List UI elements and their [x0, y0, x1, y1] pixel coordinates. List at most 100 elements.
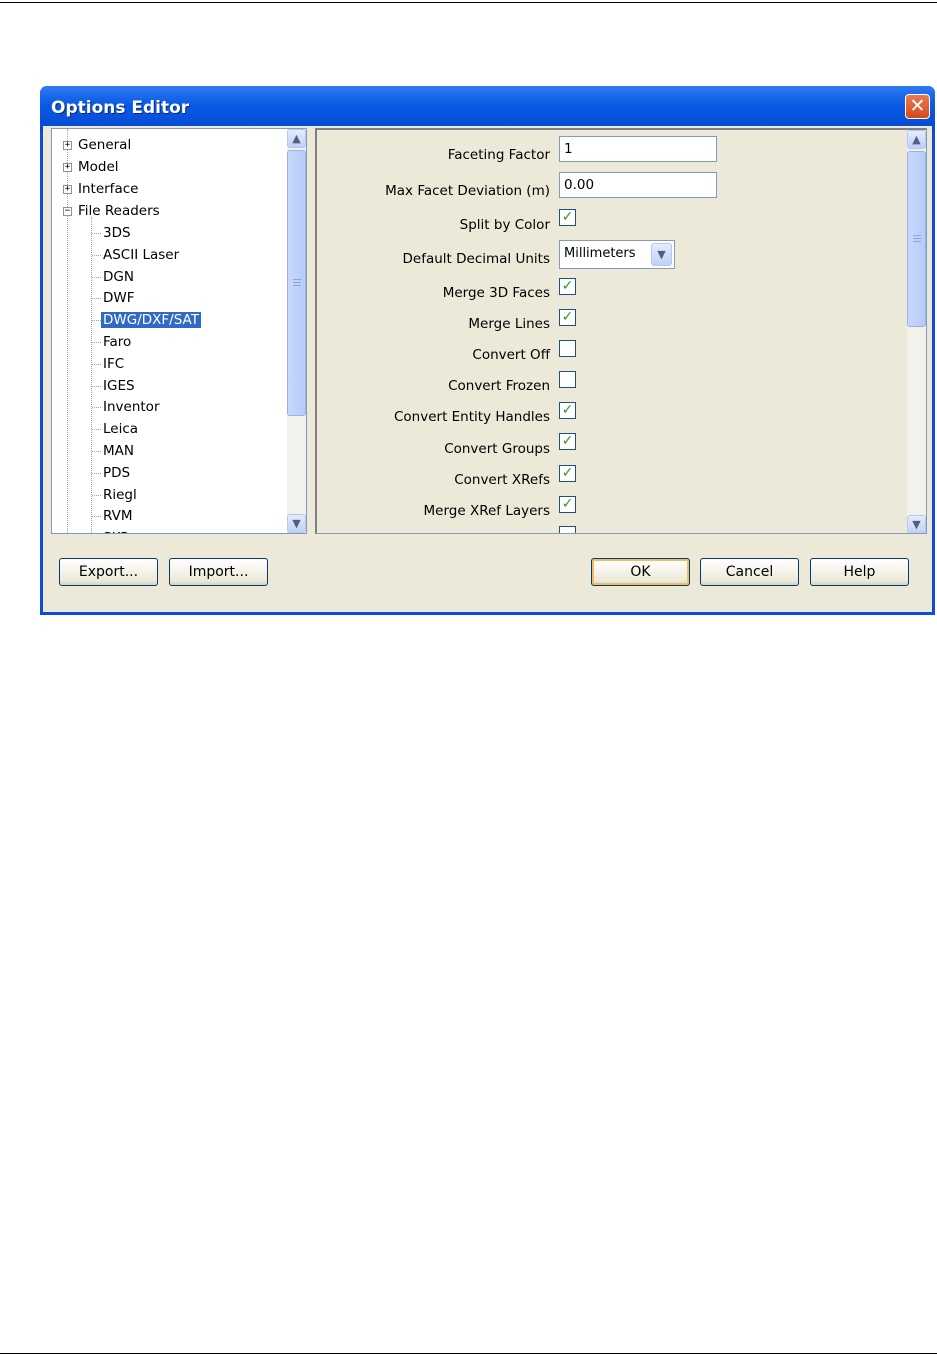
close-icon: ✕ — [909, 95, 926, 117]
tree-node-label: File Readers — [78, 203, 160, 219]
tree-child-item[interactable]: MAN — [103, 441, 134, 461]
tree-child-item[interactable]: Inventor — [103, 397, 160, 417]
tree-child-label: Faro — [103, 334, 132, 350]
convert-off-label: Convert Off — [472, 347, 550, 363]
tree-child-item[interactable]: SKP — [103, 528, 129, 533]
tree-scrollbar[interactable]: ▲ ▼ — [287, 129, 306, 533]
scroll-down-icon[interactable]: ▼ — [287, 514, 306, 533]
options-editor-window: Options Editor ✕ + General + Model + Int… — [40, 86, 935, 615]
tree-child-item[interactable]: Leica — [103, 419, 138, 439]
merge-lines-checkbox[interactable]: ✓ — [559, 309, 576, 326]
cancel-button[interactable]: Cancel — [700, 558, 799, 586]
tree-child-item[interactable]: ASCII Laser — [103, 245, 179, 265]
tree-node-label: Interface — [78, 181, 139, 197]
tree-child-item[interactable]: Faro — [103, 332, 131, 352]
tree-connector — [92, 298, 101, 300]
convert-entity-handles-checkbox[interactable]: ✓ — [559, 402, 576, 419]
ok-button[interactable]: OK — [591, 558, 690, 586]
tree-child-label: SKP — [103, 530, 129, 533]
split-by-color-label: Split by Color — [459, 217, 550, 233]
tree-child-label: MAN — [103, 443, 134, 459]
options-form-panel: Faceting Factor 1 Max Facet Deviation (m… — [315, 128, 927, 534]
merge-xref-layers-label: Merge XRef Layers — [423, 503, 550, 519]
close-button[interactable]: ✕ — [905, 94, 930, 119]
tree-child-label: Riegl — [103, 486, 137, 503]
tree-child-item[interactable]: IFC — [103, 354, 124, 374]
tree-child-item[interactable]: IGES — [103, 376, 135, 396]
tree-child-item[interactable]: RVM — [103, 506, 133, 526]
tree-child-label: DWF — [103, 290, 135, 307]
max-facet-deviation-label: Max Facet Deviation (m) — [385, 183, 550, 199]
tree-content: + General + Model + Interface − File Rea… — [52, 129, 288, 533]
tree-child-label: RVM — [103, 508, 133, 525]
tree-node-label: Model — [78, 159, 119, 175]
faceting-factor-input[interactable]: 1 — [559, 136, 717, 162]
merge-3d-faces-checkbox[interactable]: ✓ — [559, 278, 576, 295]
partial-checkbox-next-row[interactable] — [559, 526, 576, 533]
tree-child-item[interactable]: DWF — [103, 288, 135, 308]
scroll-up-icon[interactable]: ▲ — [907, 130, 926, 149]
tree-connector — [92, 363, 101, 365]
options-tree[interactable]: + General + Model + Interface − File Rea… — [51, 128, 307, 534]
max-facet-deviation-input[interactable]: 0.00 — [559, 172, 717, 198]
split-by-color-checkbox[interactable]: ✓ — [559, 209, 576, 226]
tree-child-item[interactable]: DWG/DXF/SAT — [101, 310, 201, 330]
tree-line-children — [91, 217, 92, 533]
tree-connector — [92, 494, 101, 496]
tree-child-label: ASCII Laser — [103, 246, 180, 263]
convert-groups-label: Convert Groups — [444, 441, 550, 457]
form-scroll-thumb[interactable] — [907, 151, 926, 327]
chevron-down-icon[interactable]: ▼ — [651, 243, 672, 266]
convert-xrefs-checkbox[interactable]: ✓ — [559, 465, 576, 482]
default-decimal-units-label: Default Decimal Units — [402, 251, 550, 267]
tree-connector — [92, 516, 101, 518]
convert-frozen-checkbox[interactable] — [559, 371, 576, 388]
convert-entity-handles-label: Convert Entity Handles — [393, 409, 550, 425]
tree-node-label: General — [78, 137, 132, 153]
tree-connector — [92, 233, 101, 234]
tree-connector — [92, 429, 101, 431]
tree-connector — [92, 320, 101, 322]
convert-off-checkbox[interactable] — [559, 340, 576, 357]
tree-child-label: PDS — [103, 464, 131, 481]
merge-3d-faces-label: Merge 3D Faces — [442, 285, 550, 301]
convert-xrefs-label: Convert XRefs — [454, 472, 550, 488]
convert-groups-checkbox[interactable]: ✓ — [559, 433, 576, 450]
page-top-rule — [0, 2, 937, 3]
tree-connector — [92, 254, 101, 256]
tree-child-label: Inventor — [103, 399, 160, 416]
expand-icon[interactable]: + — [63, 185, 72, 194]
tree-connector — [92, 451, 101, 452]
tree-child-label: Leica — [103, 421, 139, 438]
merge-xref-layers-checkbox[interactable]: ✓ — [559, 496, 576, 513]
merge-lines-label: Merge Lines — [468, 316, 550, 332]
scroll-down-icon[interactable]: ▼ — [907, 515, 926, 533]
import-button[interactable]: Import... — [169, 558, 268, 586]
collapse-icon[interactable]: − — [63, 207, 72, 216]
help-button[interactable]: Help — [810, 558, 909, 586]
tree-connector — [92, 342, 101, 343]
tree-connector — [92, 472, 101, 474]
expand-icon[interactable]: + — [63, 141, 72, 150]
form-scrollbar[interactable]: ▲ ▼ — [907, 130, 926, 533]
dialog-client-area: + General + Model + Interface − File Rea… — [43, 126, 932, 612]
convert-frozen-label: Convert Frozen — [448, 378, 550, 394]
tree-scroll-thumb[interactable] — [287, 150, 306, 416]
tree-child-label: DGN — [103, 268, 134, 285]
tree-child-item[interactable]: DGN — [103, 267, 134, 287]
title-bar[interactable]: Options Editor ✕ — [40, 86, 935, 131]
tree-child-label: DWG/DXF/SAT — [101, 312, 201, 329]
page-bottom-rule — [0, 1353, 937, 1354]
select-value: Millimeters — [564, 246, 636, 261]
expand-icon[interactable]: + — [63, 163, 72, 172]
export-button[interactable]: Export... — [59, 558, 158, 586]
tree-child-label: IGES — [103, 377, 135, 394]
default-decimal-units-select[interactable]: Millimeters ▼ — [559, 240, 675, 269]
tree-child-item[interactable]: 3DS — [103, 223, 131, 243]
tree-child-label: IFC — [103, 355, 125, 372]
scroll-up-icon[interactable]: ▲ — [287, 129, 306, 148]
tree-connector — [92, 407, 101, 409]
tree-child-item[interactable]: PDS — [103, 463, 130, 483]
tree-child-item[interactable]: Riegl — [103, 485, 137, 505]
tree-connector — [92, 385, 101, 387]
